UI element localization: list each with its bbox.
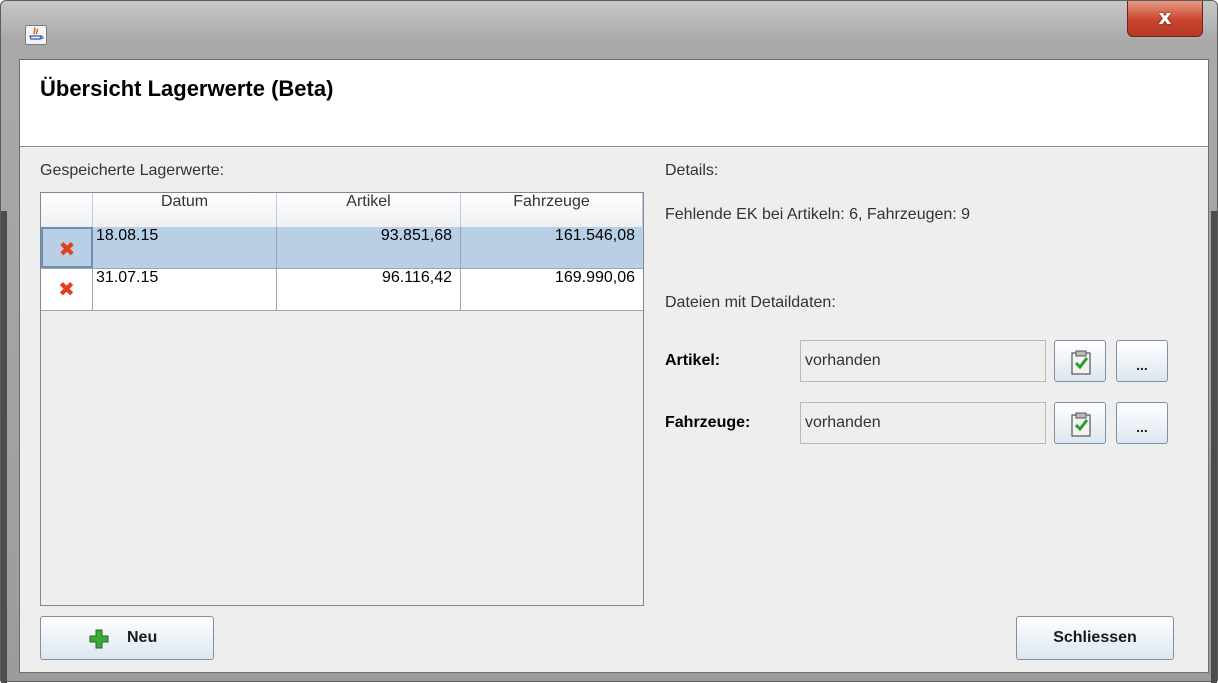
- title-bar[interactable]: x: [1, 1, 1217, 59]
- dialog-content: Übersicht Lagerwerte (Beta) Gespeicherte…: [19, 59, 1209, 673]
- page-title: Übersicht Lagerwerte (Beta): [40, 76, 334, 101]
- new-button[interactable]: Neu: [40, 616, 214, 660]
- cell-datum: 31.07.15: [93, 269, 277, 310]
- artikel-open-button[interactable]: [1054, 340, 1106, 382]
- delete-row-button[interactable]: ✖: [41, 227, 93, 268]
- table-row[interactable]: ✖ 31.07.15 96.116,42 169.990,06: [41, 269, 643, 311]
- clipboard-check-icon: [1071, 412, 1091, 437]
- column-header-delete[interactable]: [41, 193, 93, 227]
- header-panel: Übersicht Lagerwerte (Beta): [20, 60, 1208, 147]
- cell-artikel: 93.851,68: [277, 227, 461, 268]
- cell-datum: 18.08.15: [93, 227, 277, 268]
- window-edge-left: [1, 211, 7, 683]
- fahrzeuge-label: Fahrzeuge:: [665, 414, 751, 431]
- clipboard-check-icon: [1071, 350, 1091, 375]
- window-edge-right: [1211, 211, 1217, 683]
- delete-x-icon: ✖: [58, 237, 76, 261]
- cell-fahrzeuge: 169.990,06: [554, 269, 635, 286]
- table-header: Datum Artikel Fahrzeuge: [41, 193, 643, 228]
- artikel-browse-button[interactable]: ...: [1116, 340, 1168, 382]
- detail-files-label: Dateien mit Detaildaten:: [665, 294, 836, 311]
- saved-values-table[interactable]: Datum Artikel Fahrzeuge ✖ 18.08.15 93.85…: [40, 192, 644, 606]
- java-icon: [25, 25, 47, 45]
- column-header-datum[interactable]: Datum: [93, 193, 277, 227]
- table-row[interactable]: ✖ 18.08.15 93.851,68 161.546,08: [41, 227, 643, 269]
- delete-row-button[interactable]: ✖: [41, 269, 93, 310]
- close-dialog-label: Schliessen: [1053, 629, 1137, 646]
- artikel-label: Artikel:: [665, 352, 721, 369]
- window-close-button[interactable]: x: [1127, 1, 1203, 37]
- fahrzeuge-file-field[interactable]: vorhanden: [800, 402, 1046, 444]
- close-icon: x: [1158, 5, 1172, 29]
- missing-ek-info: Fehlende EK bei Artikeln: 6, Fahrzeugen:…: [665, 206, 971, 223]
- browse-label: ...: [1136, 419, 1148, 435]
- new-button-label: Neu: [127, 629, 158, 646]
- artikel-file-field[interactable]: vorhanden: [800, 340, 1046, 382]
- cell-fahrzeuge: 161.546,08: [554, 227, 635, 244]
- details-label: Details:: [665, 162, 719, 179]
- fahrzeuge-open-button[interactable]: [1054, 402, 1106, 444]
- saved-values-label: Gespeicherte Lagerwerte:: [40, 162, 225, 179]
- browse-label: ...: [1136, 357, 1148, 373]
- fahrzeuge-browse-button[interactable]: ...: [1116, 402, 1168, 444]
- cell-artikel: 96.116,42: [277, 269, 461, 310]
- close-dialog-button[interactable]: Schliessen: [1016, 616, 1174, 660]
- column-header-artikel[interactable]: Artikel: [277, 193, 461, 227]
- delete-x-icon: ✖: [58, 277, 75, 301]
- dialog-window: x Übersicht Lagerwerte (Beta) Gespeicher…: [0, 0, 1218, 683]
- add-plus-icon: [89, 629, 109, 649]
- column-header-fahrzeuge[interactable]: Fahrzeuge: [461, 193, 643, 227]
